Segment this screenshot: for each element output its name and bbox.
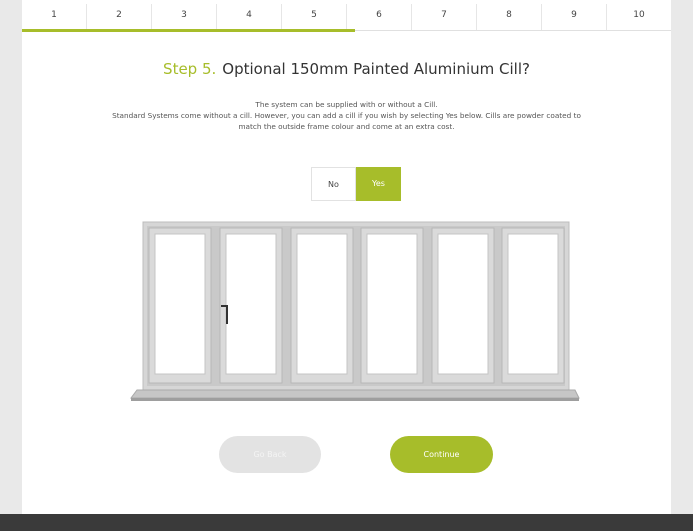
step-tab-5[interactable]: 5 [282,4,347,30]
step-tab-7[interactable]: 7 [412,4,477,30]
step-description: The system can be supplied with or witho… [42,99,651,132]
progress-bar [22,29,355,32]
cill-toggle: No Yes [311,167,401,201]
left-gutter [0,0,22,531]
configurator-panel: 1 2 3 4 5 6 7 8 9 10 Step 5. Optional 150… [22,0,671,531]
description-line-3: match the outside frame colour and come … [238,122,455,131]
bifold-door-illustration [130,221,580,401]
right-gutter [671,0,693,531]
step-tab-2[interactable]: 2 [87,4,152,30]
step-tab-6[interactable]: 6 [347,4,412,30]
go-back-button[interactable]: Go Back [219,436,321,473]
step-title: Optional 150mm Painted Aluminium Cill? [222,60,530,78]
cill-icon [130,389,580,399]
yes-option-button[interactable]: Yes [356,167,401,201]
step-number: Step 5. [163,60,217,78]
description-line-1: The system can be supplied with or witho… [255,100,438,109]
step-tab-9[interactable]: 9 [542,4,607,30]
step-tab-4[interactable]: 4 [217,4,282,30]
step-tab-1[interactable]: 1 [22,4,87,30]
step-tab-10[interactable]: 10 [607,4,671,30]
continue-button[interactable]: Continue [390,436,493,473]
description-line-2: Standard Systems come without a cill. Ho… [112,111,581,120]
page-title: Step 5. Optional 150mm Painted Aluminium … [22,60,671,78]
step-navigation: 1 2 3 4 5 6 7 8 9 10 [22,4,671,31]
step-tab-8[interactable]: 8 [477,4,542,30]
no-option-button[interactable]: No [311,167,356,201]
page-footer [0,514,693,531]
step-tab-3[interactable]: 3 [152,4,217,30]
